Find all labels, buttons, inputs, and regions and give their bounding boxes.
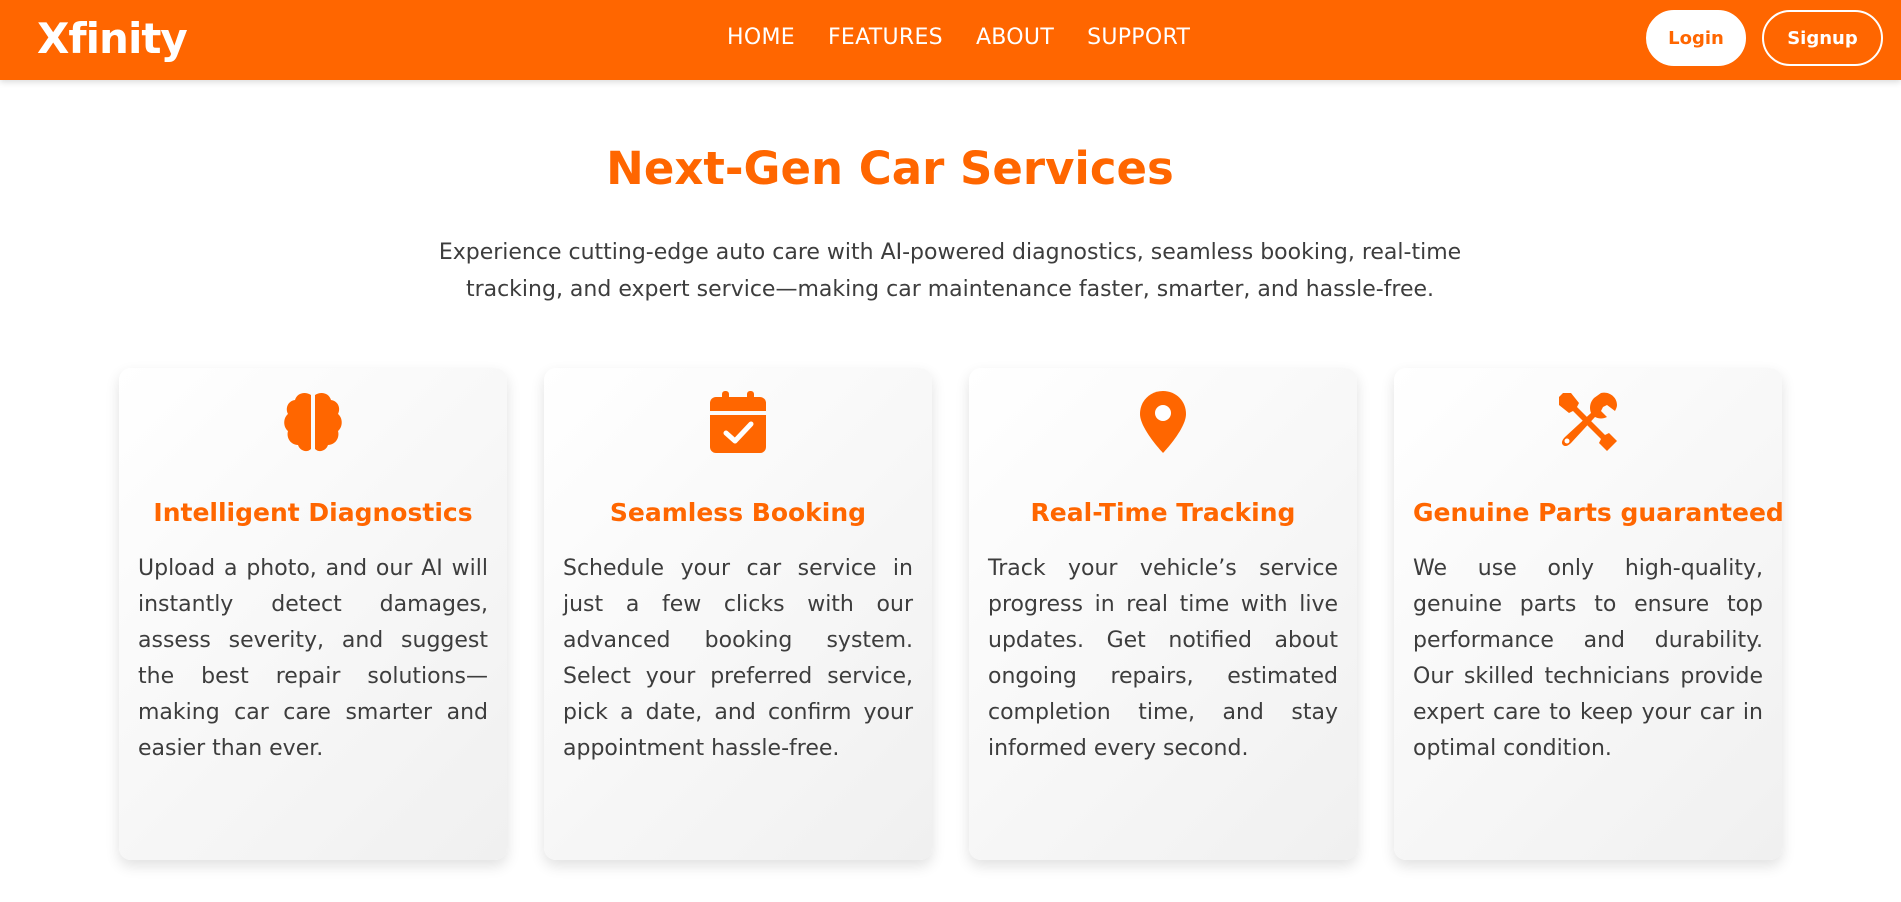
feature-card-title: Real-Time Tracking [1030,498,1296,527]
page-subtitle: Experience cutting-edge auto care with A… [438,240,1462,302]
feature-card-title: Intelligent Diagnostics [153,498,473,527]
nav-link-home[interactable]: HOME [727,24,795,52]
feature-card-tracking: Real-Time Tracking Track your vehicle’s … [969,368,1357,860]
feature-card-text: Track your vehicle’s service progress in… [988,556,1338,761]
nav-link-features[interactable]: FEATURES [828,24,943,52]
feature-card-text: Schedule your car service in just a few … [563,556,913,761]
feature-card-title: Genuine Parts guaranteed [1413,498,1784,527]
feature-card-diagnostics: Intelligent Diagnostics Upload a photo, … [119,368,507,860]
page-title: Next-Gen Car Services [606,142,1174,195]
feature-card-title: Seamless Booking [609,498,867,527]
nav-link-support[interactable]: SUPPORT [1087,24,1190,52]
feature-card-parts: Genuine Parts guaranteed We use only hig… [1394,368,1784,860]
signup-button[interactable]: Signup [1762,10,1883,66]
brain-icon [281,390,345,454]
feature-cards: Intelligent Diagnostics Upload a photo, … [119,368,1784,860]
login-button[interactable]: Login [1646,10,1746,66]
feature-card-text: We use only high-quality, genuine parts … [1413,556,1763,761]
main-nav: HOME FEATURES ABOUT SUPPORT [727,24,1190,52]
location-pin-icon [1131,390,1195,454]
brand-logo[interactable]: Xfinity [37,14,188,63]
feature-card-booking: Seamless Booking Schedule your car servi… [544,368,932,860]
nav-link-about[interactable]: ABOUT [976,24,1054,52]
feature-card-text: Upload a photo, and our AI will instantl… [138,556,488,761]
tools-icon [1556,390,1620,454]
navbar: Xfinity HOME FEATURES ABOUT SUPPORT Logi… [0,0,1901,80]
calendar-check-icon [706,390,770,454]
